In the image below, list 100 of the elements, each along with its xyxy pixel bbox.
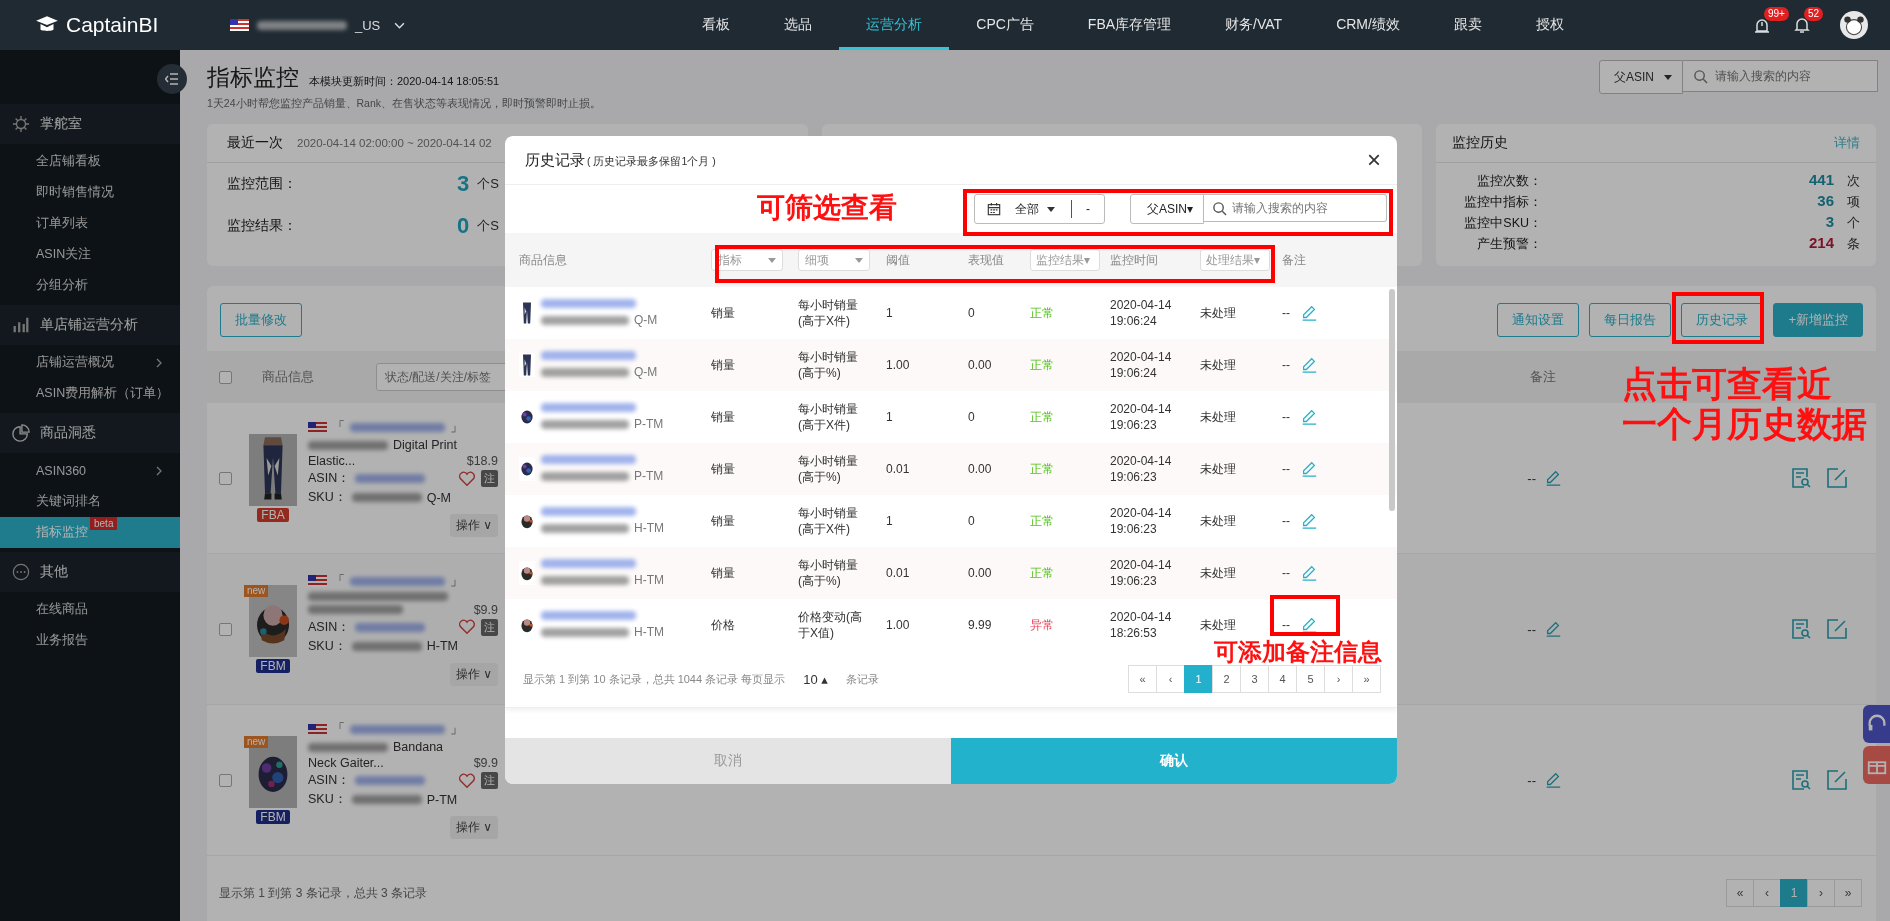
sidebar-item[interactable]: 订单列表 [0,208,180,239]
first-page-button[interactable]: « [1726,879,1754,907]
edit-icon[interactable] [1826,618,1848,640]
close-button[interactable]: × [1367,148,1381,172]
pencil-icon[interactable] [1300,460,1318,478]
checkbox[interactable] [219,471,232,485]
sku-suffix: Q-M [634,365,658,379]
stat-unit: 次 [1846,173,1860,190]
pencil-icon[interactable] [1300,304,1318,322]
nav-tab[interactable]: 授权 [1508,0,1591,50]
remark-text: -- [1282,305,1290,321]
page-size-dropdown[interactable]: 10 ▴ [803,671,828,687]
nav-tab[interactable]: CRM/绩效 [1309,0,1427,50]
checkbox[interactable] [219,622,232,636]
nav-tab[interactable]: 运营分析 [839,0,950,50]
table-cell-text: 2020-04-14 19:06:23 [1110,453,1173,485]
edit-icon[interactable] [1826,467,1848,489]
note-tag[interactable]: 注 [481,772,498,789]
nav-tab[interactable]: 跟卖 [1426,0,1509,50]
table-cell-text: 未处理 [1200,409,1237,425]
nav-tab[interactable]: CPC广告 [949,0,1061,50]
nav-tab[interactable]: FBA库存管理 [1060,0,1199,50]
table-cell-text: 1 [886,513,894,529]
sidebar-item[interactable]: ASIN关注 [0,239,180,270]
scrollbar[interactable] [1389,289,1395,511]
group-label: 商品洞悉 [40,424,96,442]
previous-page-button[interactable]: ‹ [1753,879,1781,907]
report-search-icon[interactable] [1790,618,1812,640]
page-button[interactable]: 3 [1240,665,1269,693]
last-page-button[interactable]: » [1352,665,1381,693]
sidebar-item[interactable]: 店铺运营概况 [0,347,180,378]
heart-icon[interactable] [458,619,476,635]
first-page-button[interactable]: « [1128,665,1157,693]
sidebar-group[interactable]: 商品洞悉 [0,413,180,453]
page-size-unit: 条记录 [845,671,879,687]
pencil-icon[interactable] [1300,356,1318,374]
page-button[interactable]: 4 [1268,665,1297,693]
sidebar-item[interactable]: ASIN费用解析（订单） [0,378,180,409]
search-field[interactable]: 请输入搜索的内容 [1683,60,1878,92]
sidebar-item[interactable]: 指标监控 beta [0,517,180,548]
next-page-button[interactable]: › [1807,879,1835,907]
sidebar-item[interactable]: 业务报告 [0,625,180,656]
note-tag[interactable]: 注 [481,618,498,636]
edit-icon[interactable] [1826,769,1848,791]
blurred-text [351,493,422,502]
checkbox[interactable] [219,773,232,787]
table-cell-text: 0.01 [886,461,911,477]
nav-tab[interactable]: 看板 [675,0,758,50]
helm-icon [12,115,30,133]
sidebar-item[interactable]: 在线商品 [0,594,180,625]
checkbox[interactable] [219,370,232,384]
table-cell-text: 未处理 [1200,305,1237,321]
sidebar-group[interactable]: 单店铺运营分析 [0,305,180,345]
table-cell-text: 未处理 [1200,357,1237,373]
sidebar-item[interactable]: 全店铺看板 [0,146,180,177]
last-page-button[interactable]: » [1834,879,1862,907]
asin-label: ASIN： [308,618,351,636]
scope-dropdown[interactable]: 父ASIN [1599,60,1683,94]
pencil-icon[interactable] [1544,771,1562,789]
bell-icon[interactable] [1792,15,1812,35]
item-label: 在线商品 [36,601,88,618]
pencil-icon[interactable] [1300,512,1318,530]
calendar-icon [986,202,1001,216]
pencil-icon[interactable] [1300,564,1318,582]
report-search-icon[interactable] [1790,769,1812,791]
item-label: 全店铺看板 [36,153,101,170]
nav-tab[interactable]: 财务/VAT [1198,0,1310,50]
nav-tab[interactable]: 选品 [757,0,840,50]
page-button[interactable]: 2 [1212,665,1241,693]
search-field[interactable]: 请输入搜索的内容 [1204,194,1387,222]
operation-button[interactable]: 操作 ∨ [449,662,498,686]
sidebar-group[interactable]: 其他 [0,552,180,592]
operation-button[interactable]: 操作 ∨ [449,816,498,839]
report-search-icon[interactable] [1790,467,1812,489]
stat-label: 产生预警： [1476,236,1542,253]
heart-icon[interactable] [458,470,476,487]
gift-button[interactable] [1863,746,1890,784]
collapse-button[interactable] [157,64,187,94]
pencil-icon[interactable] [1544,620,1562,638]
pencil-icon[interactable] [1544,469,1562,487]
operation-button[interactable]: 操作 ∨ [449,514,498,537]
sidebar-item[interactable]: 分组分析 [0,270,180,301]
note-tag[interactable]: 注 [481,470,498,487]
sidebar-item[interactable]: 关键词排名 [0,486,180,517]
date-filter[interactable]: 全部 - [973,194,1105,224]
table-cell-text: 销量 [711,357,736,373]
scope-dropdown[interactable]: 父ASIN▾ [1129,194,1204,224]
bracket: 「 [332,419,345,436]
sidebar-item[interactable]: 即时销售情况 [0,177,180,208]
avatar[interactable] [1840,11,1868,39]
heart-icon[interactable] [458,772,476,789]
table-cell-text: 0 [968,305,976,321]
next-page-button[interactable]: › [1324,665,1353,693]
store-selector[interactable]: _US [230,17,406,33]
support-button[interactable] [1863,705,1890,743]
sidebar-item[interactable]: ASIN360 [0,455,180,486]
table-cell-text: 每小时销量 [798,557,859,573]
page-button[interactable]: 5 [1296,665,1325,693]
sidebar-group[interactable]: 掌舵室 [0,104,180,144]
pencil-icon[interactable] [1300,408,1318,426]
